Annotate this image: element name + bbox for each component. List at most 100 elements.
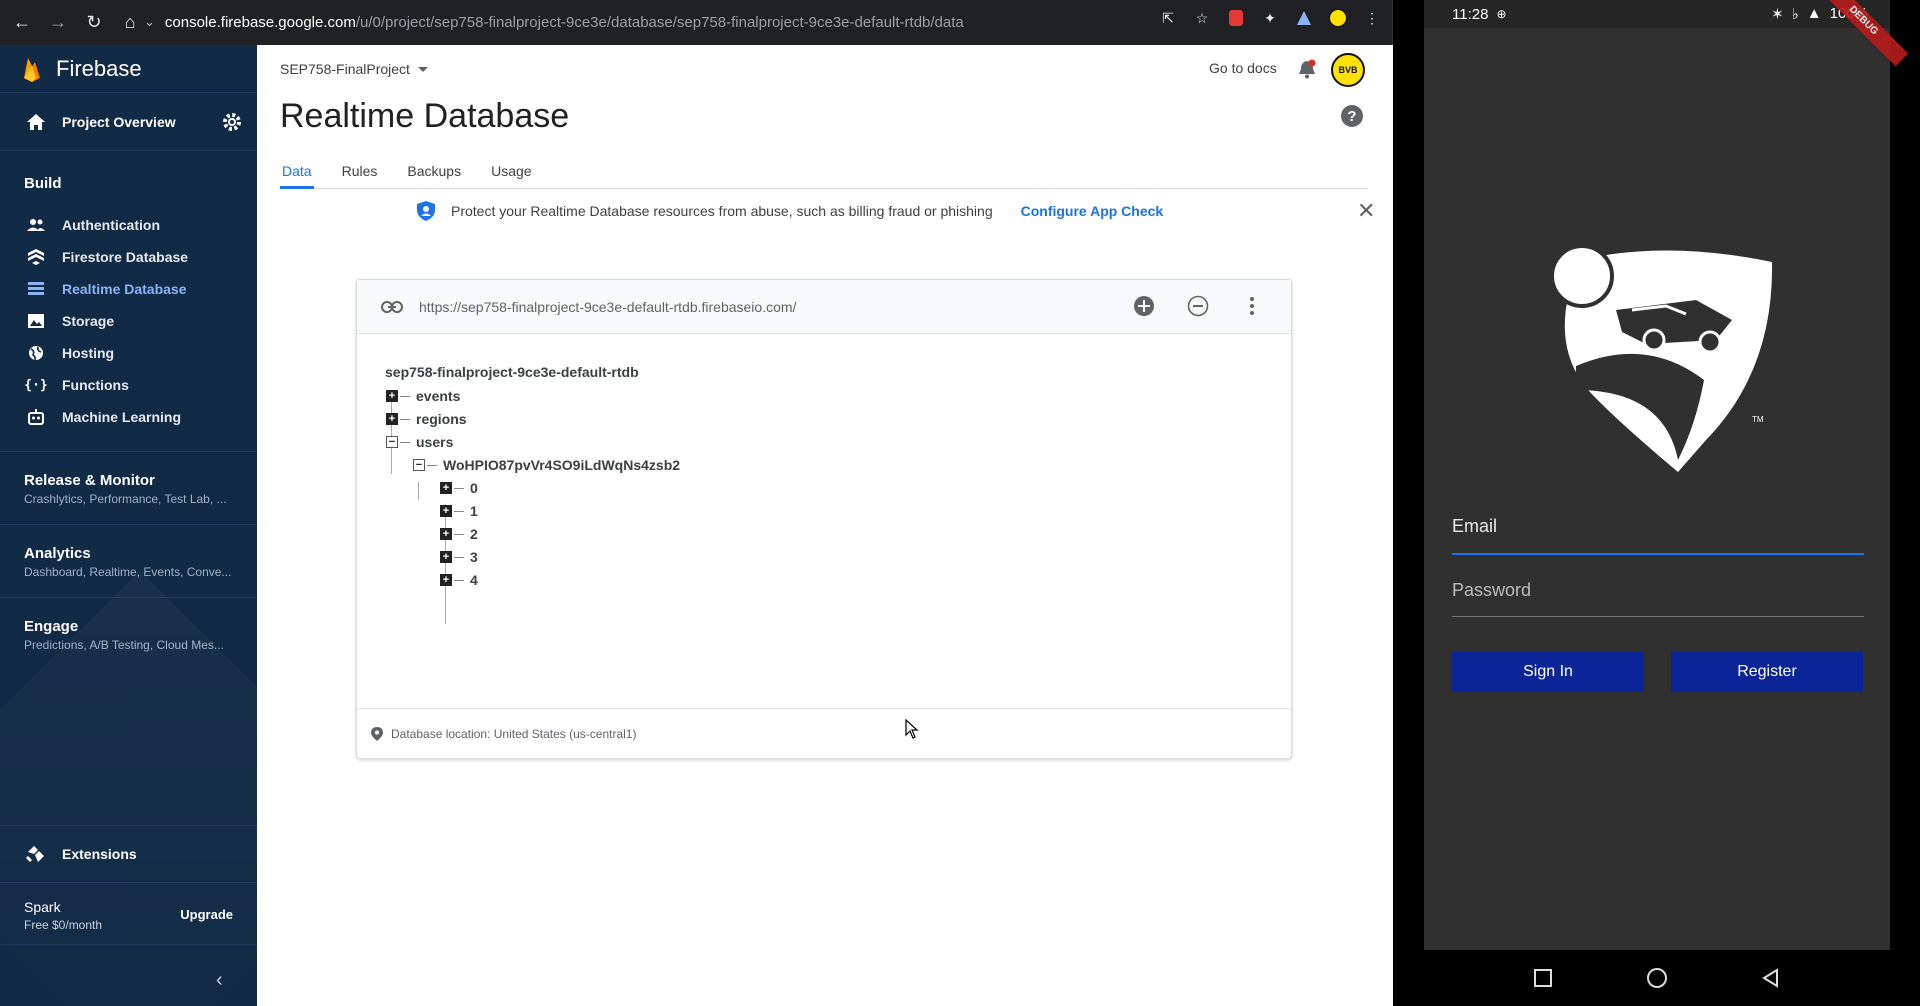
rocket-league-logo: TM xyxy=(1550,244,1773,472)
tree-node-3[interactable]: +3 xyxy=(440,549,478,565)
sidebar-group-engage[interactable]: Engage Predictions, A/B Testing, Cloud M… xyxy=(0,597,257,670)
phone-screen: 11:28 ⊕ ✶ ♭ ▲ 100% DEBUG TM xyxy=(1424,0,1909,950)
build-nav-list: Authentication Firestore Database Realti… xyxy=(0,209,257,433)
tree-node-user-key[interactable]: − WoHPIO87pvVr4SO9iLdWqNs4zsb2 xyxy=(413,457,680,473)
collapse-sidebar-icon[interactable]: ‹ xyxy=(216,969,223,992)
page-title: Realtime Database xyxy=(280,97,570,135)
back-triangle-icon[interactable] xyxy=(1760,967,1782,989)
sidebar-item-machine-learning[interactable]: Machine Learning xyxy=(0,401,257,433)
sidebar-group-analytics[interactable]: Analytics Dashboard, Realtime, Events, C… xyxy=(0,524,257,597)
tree-connector xyxy=(454,487,464,489)
project-picker[interactable]: SEP758-FinalProject xyxy=(280,61,428,77)
bell-icon[interactable] xyxy=(1297,59,1317,79)
tree-connector xyxy=(454,556,464,558)
expand-icon[interactable]: + xyxy=(386,413,398,425)
expand-icon[interactable]: + xyxy=(386,390,398,402)
back-icon[interactable]: ← xyxy=(8,9,36,37)
tree-node-users[interactable]: − users xyxy=(386,434,453,450)
robot-icon xyxy=(26,407,46,427)
puzzle-icon[interactable]: ✦ xyxy=(1260,8,1280,28)
configure-app-check-link[interactable]: Configure App Check xyxy=(1021,203,1164,219)
project-overview-link[interactable]: Project Overview xyxy=(0,93,257,151)
tree-node-1[interactable]: +1 xyxy=(440,503,478,519)
tree-node-label: 4 xyxy=(470,572,478,588)
tree-root-node[interactable]: sep758-finalproject-9ce3e-default-rtdb xyxy=(385,364,639,380)
recents-icon[interactable] xyxy=(1532,967,1554,989)
database-tree: sep758-finalproject-9ce3e-default-rtdb +… xyxy=(357,334,1291,708)
tab-bar: Data Rules Backups Usage xyxy=(280,155,1368,189)
database-url[interactable]: https://sep758-finalproject-9ce3e-defaul… xyxy=(419,299,796,315)
tree-node-2[interactable]: +2 xyxy=(440,526,478,542)
email-label: Email xyxy=(1452,516,1498,536)
help-icon[interactable]: ? xyxy=(1341,105,1363,127)
tab-rules[interactable]: Rules xyxy=(340,155,380,189)
sidebar-item-storage[interactable]: Storage xyxy=(0,305,257,337)
avatar[interactable]: BVB xyxy=(1331,53,1365,87)
extension-blue-icon[interactable] xyxy=(1294,8,1314,28)
tree-connector xyxy=(400,395,410,397)
tree-node-4[interactable]: +4 xyxy=(440,572,478,588)
sidebar-item-label: Authentication xyxy=(62,217,160,233)
gear-icon[interactable] xyxy=(221,111,243,133)
group-title: Engage xyxy=(24,618,79,635)
expand-icon[interactable]: + xyxy=(440,505,452,517)
password-field[interactable]: Password xyxy=(1452,574,1864,617)
home-circle-icon[interactable] xyxy=(1646,967,1668,989)
expand-icon[interactable]: + xyxy=(440,482,452,494)
expand-icon[interactable]: + xyxy=(440,574,452,586)
tree-node-regions[interactable]: + regions xyxy=(386,411,467,427)
brand-name: Firebase xyxy=(56,55,142,81)
email-field[interactable]: Email xyxy=(1452,510,1864,555)
database-icon xyxy=(26,279,46,299)
mouse-cursor-icon xyxy=(905,719,919,739)
trademark-mark: TM xyxy=(1752,415,1764,424)
sidebar-item-firestore[interactable]: Firestore Database xyxy=(0,241,257,273)
sidebar-item-hosting[interactable]: Hosting xyxy=(0,337,257,369)
extension-red-icon[interactable] xyxy=(1226,8,1246,28)
tree-connector xyxy=(454,579,464,581)
sidebar-item-extensions[interactable]: Extensions xyxy=(0,825,257,883)
add-circle-icon[interactable] xyxy=(1133,295,1155,317)
remove-circle-icon[interactable] xyxy=(1187,295,1209,317)
close-icon[interactable]: ✕ xyxy=(1357,198,1375,224)
expand-icon[interactable]: + xyxy=(440,551,452,563)
phone-emulator: 11:28 ⊕ ✶ ♭ ▲ 100% DEBUG TM xyxy=(1424,0,1909,1006)
menu-kebab-icon[interactable]: ⋮ xyxy=(1362,8,1382,28)
more-vert-icon[interactable] xyxy=(1241,295,1263,317)
android-nav-bar xyxy=(1424,950,1890,1006)
globe-icon xyxy=(26,343,46,363)
usb-icon: ⊕ xyxy=(1496,7,1507,21)
go-to-docs-link[interactable]: Go to docs xyxy=(1209,60,1277,76)
profile-avatar-icon[interactable] xyxy=(1328,8,1348,28)
forward-icon[interactable]: → xyxy=(44,9,72,37)
database-card: https://sep758-finalproject-9ce3e-defaul… xyxy=(356,279,1292,759)
sign-in-button[interactable]: Sign In xyxy=(1452,652,1644,692)
sidebar-item-label: Functions xyxy=(62,377,129,393)
sidebar-item-realtime-database[interactable]: Realtime Database xyxy=(0,273,257,305)
tab-usage[interactable]: Usage xyxy=(489,155,533,189)
sidebar-item-functions[interactable]: {·} Functions xyxy=(0,369,257,401)
expand-icon[interactable]: + xyxy=(440,528,452,540)
register-button[interactable]: Register xyxy=(1671,652,1863,692)
link-icon[interactable] xyxy=(381,300,403,314)
tab-backups[interactable]: Backups xyxy=(405,155,463,189)
tree-node-0[interactable]: +0 xyxy=(440,480,478,496)
share-icon[interactable]: ⇱ xyxy=(1158,8,1178,28)
home-icon[interactable]: ⌂ xyxy=(116,9,144,37)
tab-data[interactable]: Data xyxy=(280,155,314,189)
sidebar-item-authentication[interactable]: Authentication xyxy=(0,209,257,241)
upgrade-button[interactable]: Upgrade xyxy=(180,907,233,922)
tree-node-events[interactable]: + events xyxy=(386,388,460,404)
collapse-icon[interactable]: − xyxy=(386,436,398,448)
tree-connector xyxy=(454,510,464,512)
browser-actions: ⇱ ☆ ✦ ⋮ xyxy=(1158,8,1382,28)
star-icon[interactable]: ☆ xyxy=(1192,8,1212,28)
brand[interactable]: Firebase xyxy=(0,45,257,93)
site-info-icon[interactable]: ⌄ xyxy=(144,14,155,30)
reload-icon[interactable]: ↻ xyxy=(80,9,108,37)
firebase-sidebar: Firebase Project Overview Build Authenti… xyxy=(0,45,257,1006)
collapse-icon[interactable]: − xyxy=(413,459,425,471)
address-bar[interactable]: ⌄ console.firebase.google.com/u/0/projec… xyxy=(144,8,1144,36)
status-time: 11:28 xyxy=(1452,5,1489,23)
sidebar-group-release-monitor[interactable]: Release & Monitor Crashlytics, Performan… xyxy=(0,451,257,524)
